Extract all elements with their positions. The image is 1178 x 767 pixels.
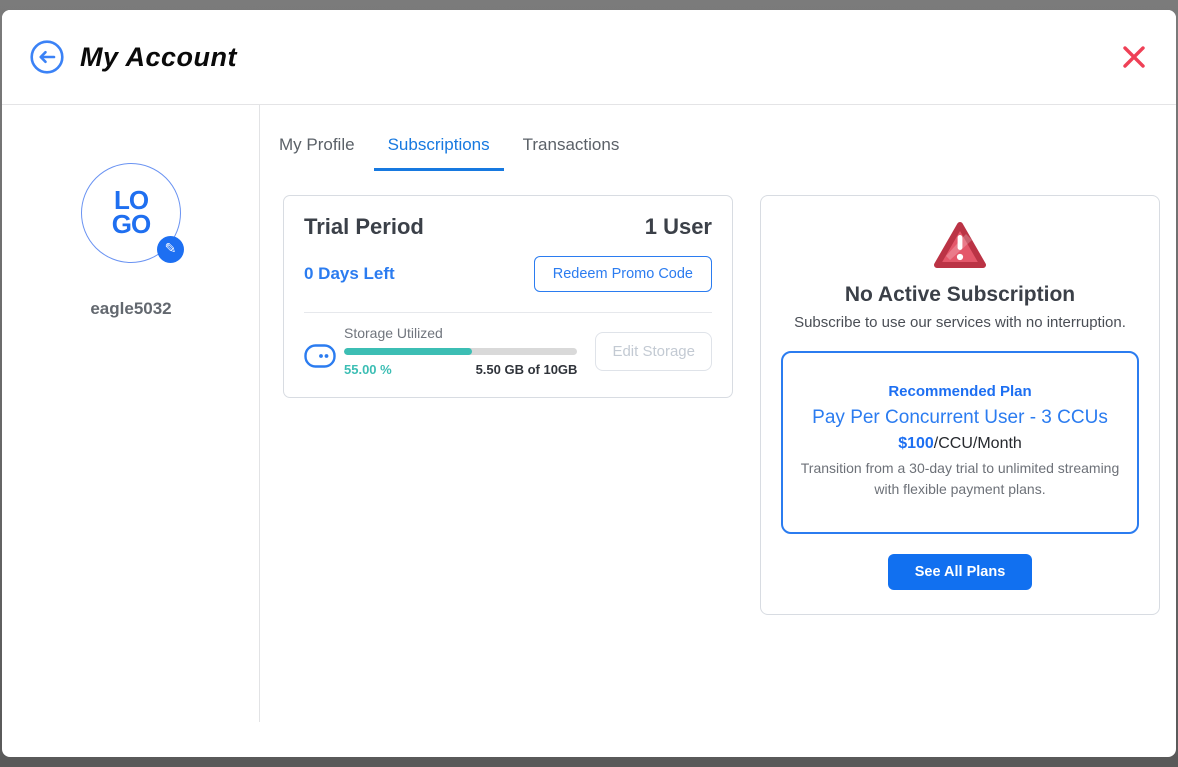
edit-storage-button[interactable]: Edit Storage	[595, 332, 712, 371]
back-button[interactable]	[30, 40, 64, 74]
plan-name: Pay Per Concurrent User - 3 CCUs	[797, 407, 1123, 429]
storage-section: Storage Utilized 55.00 % 5.50 GB of 10GB…	[304, 325, 712, 377]
cards-row: Trial Period 1 User 0 Days Left Redeem P…	[283, 195, 1160, 615]
my-account-modal: My Account LO GO ✎ eagle5032 My	[2, 10, 1176, 757]
storage-progress-block: Storage Utilized 55.00 % 5.50 GB of 10GB	[344, 325, 577, 377]
no-subscription-title: No Active Subscription	[781, 283, 1139, 307]
storage-stats: 55.00 % 5.50 GB of 10GB	[344, 362, 577, 377]
see-all-plans-button[interactable]: See All Plans	[888, 554, 1033, 590]
tab-bar: My Profile Subscriptions Transactions	[265, 135, 1160, 171]
storage-usage: 5.50 GB of 10GB	[476, 362, 578, 377]
account-sidebar: LO GO ✎ eagle5032	[2, 105, 260, 757]
avatar: LO GO ✎	[81, 163, 181, 263]
trial-title: Trial Period	[304, 214, 424, 240]
redeem-promo-code-button[interactable]: Redeem Promo Code	[534, 256, 712, 292]
storage-drive-icon	[304, 344, 336, 373]
tab-subscriptions[interactable]: Subscriptions	[374, 135, 504, 171]
days-left-label: 0 Days Left	[304, 264, 395, 284]
back-arrow-icon	[30, 40, 64, 74]
username: eagle5032	[90, 299, 171, 319]
trial-card-header: Trial Period 1 User	[304, 214, 712, 240]
modal-header: My Account	[2, 10, 1176, 105]
tab-transactions[interactable]: Transactions	[509, 135, 634, 171]
page-title: My Account	[80, 42, 237, 73]
warning-triangle-icon	[932, 220, 988, 275]
trial-user-count: 1 User	[645, 214, 712, 240]
close-button[interactable]	[1120, 43, 1148, 71]
edit-avatar-button[interactable]: ✎	[157, 236, 184, 263]
storage-label: Storage Utilized	[344, 325, 577, 341]
trial-divider	[304, 312, 712, 313]
plan-description: Transition from a 30-day trial to unlimi…	[797, 458, 1123, 500]
plan-price-suffix: /CCU/Month	[934, 435, 1022, 452]
no-subscription-card: No Active Subscription Subscribe to use …	[760, 195, 1160, 615]
main-content: My Profile Subscriptions Transactions Tr…	[260, 105, 1176, 757]
trial-card-subheader: 0 Days Left Redeem Promo Code	[304, 256, 712, 292]
plan-price: $100/CCU/Month	[797, 435, 1123, 453]
storage-percent: 55.00 %	[344, 362, 392, 377]
plan-price-amount: $100	[898, 435, 934, 452]
trial-period-card: Trial Period 1 User 0 Days Left Redeem P…	[283, 195, 733, 398]
logo-text-line2: GO	[112, 213, 150, 237]
modal-body: LO GO ✎ eagle5032 My Profile Subscriptio…	[2, 105, 1176, 757]
pencil-icon: ✎	[165, 240, 177, 257]
recommended-plan-box: Recommended Plan Pay Per Concurrent User…	[781, 351, 1139, 534]
storage-progress-fill	[344, 348, 472, 355]
close-icon	[1120, 43, 1148, 71]
storage-progress-track	[344, 348, 577, 355]
tab-my-profile[interactable]: My Profile	[265, 135, 369, 171]
no-subscription-subtitle: Subscribe to use our services with no in…	[781, 314, 1139, 331]
plan-heading: Recommended Plan	[797, 383, 1123, 400]
